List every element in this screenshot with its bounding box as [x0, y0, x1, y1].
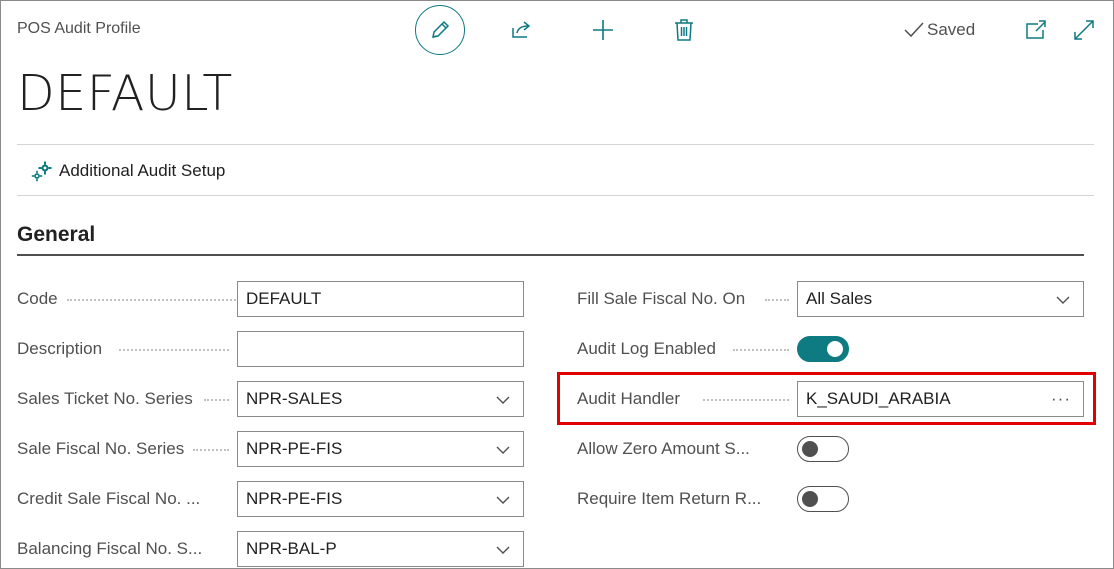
field-audit-log-enabled: Audit Log Enabled: [577, 331, 849, 367]
expand-button[interactable]: [1072, 18, 1096, 42]
code-input[interactable]: DEFAULT: [237, 281, 524, 317]
trash-icon: [675, 19, 693, 41]
share-icon: [512, 21, 531, 38]
page-caption: POS Audit Profile: [17, 20, 141, 37]
field-label: Require Item Return R...: [577, 489, 762, 508]
field-label: Code: [17, 289, 247, 309]
divider: [17, 144, 1094, 145]
field-label: Credit Sale Fiscal No. ...: [17, 489, 201, 508]
plus-icon: [593, 20, 613, 40]
field-allow-zero-amount: Allow Zero Amount S...: [577, 431, 849, 467]
chevron-down-icon: [495, 442, 511, 458]
require-item-return-toggle[interactable]: [797, 486, 849, 512]
header-actions: [415, 5, 715, 55]
additional-audit-setup-action[interactable]: Additional Audit Setup: [31, 160, 225, 182]
pencil-icon: [432, 20, 450, 38]
chevron-down-icon: [1055, 292, 1071, 308]
new-button[interactable]: [588, 15, 618, 45]
field-code: Code DEFAULT: [17, 281, 524, 317]
field-sales-ticket-no-series: Sales Ticket No. Series NPR-SALES: [17, 381, 524, 417]
general-group-title: General: [17, 223, 96, 246]
field-label: Allow Zero Amount S...: [577, 439, 750, 458]
leader-dots: [119, 349, 229, 351]
field-label: Balancing Fiscal No. S...: [17, 539, 203, 558]
field-label: Description: [17, 339, 229, 359]
toggle-knob: [802, 441, 818, 457]
group-underline: [17, 254, 1084, 256]
field-credit-sale-fiscal-no: Credit Sale Fiscal No. ... NPR-PE-FIS: [17, 481, 524, 517]
leader-dots: [67, 299, 247, 301]
field-label: Fill Sale Fiscal No. On: [577, 289, 789, 309]
open-new-window-button[interactable]: [1024, 18, 1048, 42]
field-audit-handler: Audit Handler K_SAUDI_ARABIA ···: [577, 381, 1084, 417]
chevron-down-icon: [495, 542, 511, 558]
field-fill-sale-fiscal-no-on: Fill Sale Fiscal No. On All Sales: [577, 281, 1084, 317]
leader-dots: [733, 349, 789, 351]
audit-handler-input[interactable]: K_SAUDI_ARABIA ···: [797, 381, 1084, 417]
saved-status: Saved: [904, 20, 975, 40]
leader-dots: [193, 449, 229, 451]
page-frame: POS Audit Profile Saved DEFAULT Addition…: [0, 0, 1114, 569]
share-button[interactable]: [506, 15, 536, 45]
sales-ticket-no-series-select[interactable]: NPR-SALES: [237, 381, 524, 417]
expand-icon: [1074, 20, 1094, 40]
field-balancing-fiscal-no: Balancing Fiscal No. S... NPR-BAL-P: [17, 531, 524, 567]
checkmark-icon: [904, 22, 924, 38]
field-sale-fiscal-no-series: Sale Fiscal No. Series NPR-PE-FIS: [17, 431, 524, 467]
additional-audit-setup-label: Additional Audit Setup: [59, 161, 226, 180]
page-title: DEFAULT: [17, 65, 233, 122]
audit-log-enabled-toggle[interactable]: [797, 336, 849, 362]
field-label: Sale Fiscal No. Series: [17, 439, 229, 459]
credit-sale-fiscal-no-select[interactable]: NPR-PE-FIS: [237, 481, 524, 517]
field-label: Audit Handler: [577, 389, 789, 409]
description-input[interactable]: [237, 331, 524, 367]
field-label: Audit Log Enabled: [577, 339, 789, 359]
leader-dots: [703, 399, 789, 401]
sale-fiscal-no-series-select[interactable]: NPR-PE-FIS: [237, 431, 524, 467]
field-label: Sales Ticket No. Series: [17, 389, 229, 409]
allow-zero-amount-toggle[interactable]: [797, 436, 849, 462]
lookup-ellipsis-icon[interactable]: ···: [1051, 389, 1071, 409]
leader-dots: [765, 299, 789, 301]
divider: [17, 195, 1094, 196]
saved-label: Saved: [927, 20, 976, 39]
leader-dots: [204, 399, 229, 401]
balancing-fiscal-no-select[interactable]: NPR-BAL-P: [237, 531, 524, 567]
fill-sale-fiscal-no-on-select[interactable]: All Sales: [797, 281, 1084, 317]
edit-button[interactable]: [415, 5, 465, 55]
toggle-knob: [827, 341, 843, 357]
field-require-item-return: Require Item Return R...: [577, 481, 849, 517]
chevron-down-icon: [495, 392, 511, 408]
field-description: Description: [17, 331, 524, 367]
gears-icon: [31, 160, 53, 182]
toggle-knob: [802, 491, 818, 507]
open-in-new-window-icon: [1026, 20, 1046, 39]
chevron-down-icon: [495, 492, 511, 508]
delete-button[interactable]: [669, 15, 699, 45]
